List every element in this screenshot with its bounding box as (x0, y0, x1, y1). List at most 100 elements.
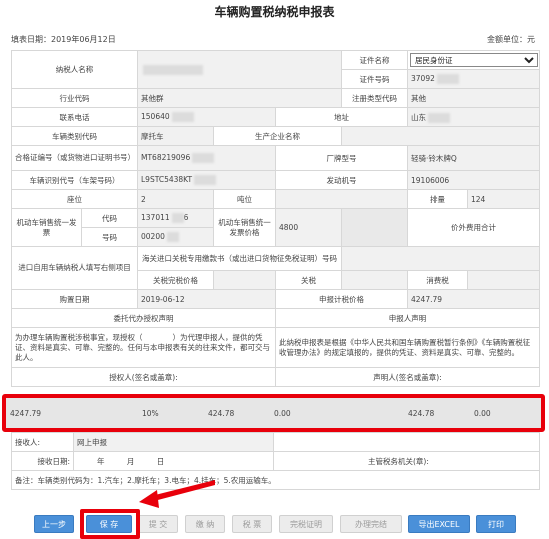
invoice-number-value: 00200 (141, 232, 165, 241)
month-label: 月 (126, 456, 135, 466)
industry-field[interactable]: 其他群 (137, 88, 342, 108)
cert-name-select[interactable]: 居民身份证 (410, 53, 538, 67)
seats-field[interactable]: 2 (137, 189, 214, 209)
page-title: 车辆购置税纳税申报表 (214, 5, 335, 19)
submit-button[interactable]: 提 交 (138, 515, 178, 533)
tax-cert-button[interactable]: 完税证明 (279, 515, 333, 533)
invoice-code-value: 137011 (141, 213, 170, 222)
vehicle-type-field[interactable]: 摩托车 (137, 126, 214, 146)
seats-value: 2 (141, 194, 146, 204)
pay-button[interactable]: 缴 纳 (185, 515, 225, 533)
day-label: 日 (156, 456, 165, 466)
save-highlight-box (80, 509, 140, 539)
maker-label: 生产企业名称 (213, 126, 342, 146)
purchase-date-label: 购置日期 (11, 289, 138, 309)
invoice-code-field[interactable]: 137011 6 (137, 208, 214, 228)
vin-label: 车辆识别代号（车架号码） (11, 170, 138, 190)
phone-label: 联系电话 (11, 107, 138, 127)
tax-office-label: 主管税务机关(章): (273, 451, 540, 471)
declarant-text: 此纳税申报表是根据《中华人民共和国车辆购置税暂行条例》《车辆购置税征收管理办法》… (275, 327, 540, 368)
agent-auth-text: 为办理车辆购置税涉税事宜，现授权（ ）为代理申报人，提供的凭证、资料是真实、可靠… (11, 327, 276, 368)
invoice-code-suffix: 6 (183, 213, 189, 222)
address-value: 山东 (411, 112, 426, 122)
vin-field[interactable]: L9STC5438KT (137, 170, 276, 190)
cert-name-cell: 居民身份证 (407, 50, 540, 70)
fill-date: 填表日期：2019年06月12日 (11, 35, 116, 44)
cert-vehicle-value: MT68219096 (141, 153, 191, 162)
arrow-indicator-icon (139, 480, 215, 508)
customs-value-label: 关税完税价格 (137, 270, 214, 290)
declared-price-value: 4247.79 (411, 294, 443, 304)
consumption-tax-field[interactable] (467, 270, 540, 290)
receiver-field[interactable]: 网上申报 (73, 432, 274, 452)
export-excel-button[interactable]: 导出EXCEL (408, 515, 470, 533)
invoice-number-field[interactable]: 00200 (137, 227, 214, 247)
declaration-form: 纳税人名称 证件名称 居民身份证 证件号码 37092 行业代码 其他群 注册类… (11, 50, 540, 387)
model-field[interactable]: 轻骑·铃木牌Q (407, 145, 540, 171)
declared-price-label: 申报计税价格 (275, 289, 408, 309)
engine-label: 发动机号 (275, 170, 408, 190)
declarant-title: 申报人声明 (275, 308, 540, 328)
import-self-use-label: 进口自用车辆纳税人填写右侧项目 (11, 246, 138, 290)
invoice-price-label: 机动车销售统一发票价格 (213, 208, 276, 247)
declared-price-field[interactable]: 4247.79 (407, 289, 540, 309)
displacement-field[interactable]: 124 (467, 189, 540, 209)
vehicle-type-label: 车辆类别代码 (11, 126, 138, 146)
remark-note: 备注：车辆类别代码为：1.汽车；2.摩托车；3.电车；4.挂车；5.农用运输车。 (11, 470, 540, 490)
vehicle-type-value: 摩托车 (141, 131, 164, 141)
cert-no-field[interactable]: 37092 (407, 69, 540, 89)
engine-field[interactable]: 19106006 (407, 170, 540, 190)
phone-field[interactable]: 150640 (137, 107, 276, 127)
address-field[interactable]: 山东 (407, 107, 540, 127)
vin-value: L9STC5438KT (141, 175, 193, 184)
cert-name-label: 证件名称 (341, 50, 408, 70)
tax-ticket-button[interactable]: 税 票 (232, 515, 272, 533)
receiver-label: 接收人: (11, 432, 74, 452)
engine-value: 19106006 (411, 175, 450, 185)
seats-label: 座位 (11, 189, 138, 209)
model-value: 轻骑·铃木牌Q (411, 153, 457, 163)
reg-type-value: 其他 (411, 93, 426, 103)
phone-value: 150640 (141, 112, 170, 121)
invoice-price-field[interactable]: 4800 (275, 208, 342, 247)
totals-highlight-box (2, 394, 545, 432)
displacement-label: 排量 (407, 189, 468, 209)
consumption-tax-label: 消费税 (407, 270, 468, 290)
invoice-number-label: 号码 (81, 227, 138, 247)
invoice-code-label: 代码 (81, 208, 138, 228)
cert-no-label: 证件号码 (341, 69, 408, 89)
receiver-blank (273, 432, 540, 452)
receiver-value: 网上申报 (77, 437, 107, 447)
year-label: 年 (97, 456, 105, 466)
tariff-field[interactable] (341, 270, 408, 290)
customs-doc-label: 海关进口关税专用缴款书（或出进口货物征免税证明）号码 (137, 246, 342, 271)
amount-unit: 金额单位：元 (487, 35, 535, 44)
reg-type-label: 注册类型代码 (341, 88, 408, 108)
receive-date-label: 接收日期: (11, 451, 74, 471)
industry-value: 其他群 (141, 93, 164, 103)
address-label: 地址 (275, 107, 408, 127)
invoice-price-value: 4800 (279, 223, 299, 232)
invoice-label: 机动车销售统一发票 (11, 208, 82, 247)
agent-auth-title: 委托代办授权声明 (11, 308, 276, 328)
tonnage-label: 吨位 (213, 189, 276, 209)
print-button[interactable]: 打印 (476, 515, 516, 533)
extra-fee-label: 价外费用合计 (407, 208, 540, 247)
reg-type-field[interactable]: 其他 (407, 88, 540, 108)
displacement-value: 124 (471, 194, 486, 204)
maker-field[interactable] (341, 126, 540, 146)
tonnage-field[interactable] (275, 189, 408, 209)
cert-vehicle-field[interactable]: MT68219096 (137, 145, 276, 171)
receive-date-field: 年 月 日 (73, 451, 274, 471)
model-label: 厂牌型号 (275, 145, 408, 171)
declarant-sign-label: 声明人(签名或盖章): (275, 367, 540, 387)
finish-button[interactable]: 办理完结 (340, 515, 402, 533)
customs-value-field[interactable] (213, 270, 276, 290)
receipt-table: 接收人: 网上申报 接收日期: 年 月 日 主管税务机关(章): 备注：车辆类别… (11, 432, 540, 490)
taxpayer-name-label: 纳税人名称 (11, 50, 138, 89)
purchase-date-field[interactable]: 2019-06-12 (137, 289, 276, 309)
customs-doc-field[interactable] (341, 246, 540, 271)
prev-step-button[interactable]: 上一步 (34, 515, 74, 533)
taxpayer-name-field[interactable] (137, 50, 342, 89)
purchase-date-value: 2019-06-12 (141, 294, 185, 304)
